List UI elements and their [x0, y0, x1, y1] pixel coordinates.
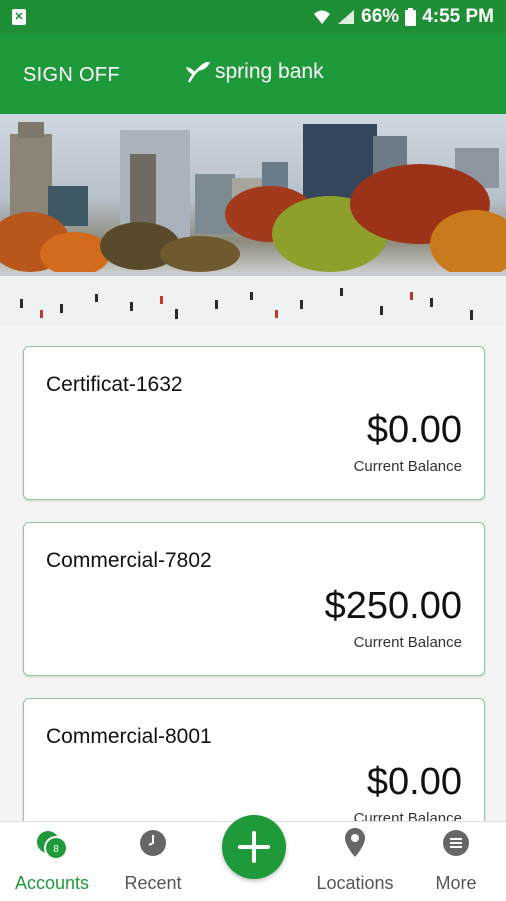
- tab-accounts[interactable]: 8 Accounts: [0, 822, 104, 901]
- wifi-icon: [314, 10, 331, 24]
- bottom-navigation: 8 Accounts Recent Locations More: [0, 815, 506, 901]
- battery-percent: 66%: [361, 6, 400, 27]
- tab-label: More: [435, 873, 477, 893]
- status-bar: ✕ 66% 4:55 PM: [0, 0, 506, 34]
- account-amount: $0.00: [366, 409, 462, 451]
- account-amount: $250.00: [324, 585, 462, 627]
- brand-logo: spring bank: [185, 60, 324, 84]
- clock-time: 4:55 PM: [422, 6, 494, 27]
- status-right: 66% 4:55 PM: [313, 6, 494, 28]
- balance-label: Current Balance: [353, 634, 462, 651]
- skyline-illustration: [0, 122, 506, 326]
- account-card[interactable]: Certificat-1632 $0.00 Current Balance: [23, 346, 485, 500]
- add-button[interactable]: [222, 815, 286, 879]
- account-card[interactable]: Commercial-8001 $0.00 Current Balance: [23, 698, 485, 821]
- balance-label: Current Balance: [353, 810, 462, 821]
- tab-more[interactable]: More: [410, 822, 502, 901]
- account-name: Certificat-1632: [46, 373, 183, 396]
- menu-icon: [443, 830, 469, 856]
- location-pin-icon: [345, 828, 365, 857]
- tab-label: Locations: [316, 873, 394, 893]
- tab-recent[interactable]: Recent: [104, 822, 202, 901]
- accounts-icon: 8: [37, 831, 68, 860]
- brand-name: spring bank: [215, 60, 324, 83]
- account-name: Commercial-8001: [46, 725, 212, 748]
- signal-icon: [338, 10, 355, 24]
- sprout-logo-icon: [186, 61, 210, 83]
- hero-image: [0, 114, 506, 326]
- accounts-badge: 8: [53, 844, 59, 855]
- tab-label: Accounts: [14, 873, 90, 893]
- app-header: SIGN OFF spring bank: [0, 34, 506, 114]
- tab-label: Recent: [124, 873, 182, 893]
- accounts-list: Certificat-1632 $0.00 Current Balance Co…: [0, 326, 506, 821]
- balance-label: Current Balance: [353, 458, 462, 475]
- tab-locations[interactable]: Locations: [305, 822, 405, 901]
- sign-off-button[interactable]: SIGN OFF: [23, 64, 120, 87]
- notification-icon: ✕: [12, 9, 26, 25]
- plus-icon: [238, 831, 270, 863]
- battery-icon: [405, 8, 417, 26]
- clock-icon: [140, 830, 166, 856]
- account-card[interactable]: Commercial-7802 $250.00 Current Balance: [23, 522, 485, 676]
- account-name: Commercial-7802: [46, 549, 212, 572]
- account-amount: $0.00: [366, 761, 462, 803]
